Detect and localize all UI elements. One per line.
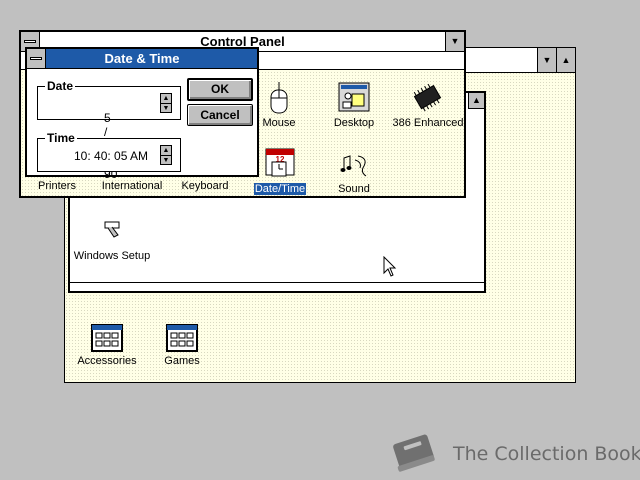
386-enhanced-icon-item[interactable]: 386 Enhanced — [389, 82, 467, 129]
time-field[interactable]: 10: 40: 05 AM — [74, 149, 148, 163]
games-group-icon-item[interactable]: Games — [151, 324, 213, 367]
program-group-icon — [166, 324, 198, 352]
windows-setup-icon-item[interactable]: Windows Setup — [72, 221, 152, 262]
clock-calendar-icon: 12 — [265, 148, 295, 177]
games-label: Games — [164, 355, 200, 367]
date-time-dialog: Date & Time Date 5 / 2 / 90 ▲ ▼ Time 10:… — [25, 47, 259, 181]
desktop-icon-item[interactable]: Desktop — [325, 82, 383, 129]
keyboard-label: Keyboard — [181, 180, 229, 192]
time-spinner[interactable]: ▲ ▼ — [160, 145, 172, 165]
control-panel-minimize-button[interactable]: ▼ — [445, 32, 464, 51]
cancel-button[interactable]: Cancel — [187, 104, 253, 126]
sound-label: Sound — [338, 183, 370, 195]
time-label: Time — [45, 131, 77, 145]
accessories-group-icon-item[interactable]: Accessories — [69, 324, 145, 367]
mouse-icon — [270, 82, 288, 114]
time-groupbox: Time 10: 40: 05 AM ▲ ▼ — [37, 131, 181, 172]
program-group-icon — [91, 324, 123, 352]
windows-setup-icon — [104, 221, 120, 238]
maximize-button[interactable]: ▲ — [556, 48, 575, 72]
minimize-button[interactable]: ▼ — [537, 48, 556, 72]
ok-button[interactable]: OK — [187, 78, 253, 101]
desktop-icon — [338, 82, 370, 112]
mouse-label: Mouse — [262, 117, 296, 129]
spin-up-arrow-icon[interactable]: ▲ — [161, 146, 171, 155]
date-spinner[interactable]: ▲ ▼ — [160, 93, 172, 113]
spin-down-arrow-icon[interactable]: ▼ — [161, 155, 171, 165]
printers-label: Printers — [38, 180, 76, 192]
386-enhanced-label: 386 Enhanced — [392, 117, 464, 129]
watermark-text: The Collection Book — [453, 443, 640, 465]
desktop-label: Desktop — [333, 117, 375, 129]
dialog-titlebar[interactable]: Date & Time — [27, 49, 257, 69]
printers-icon-item[interactable]: Printers — [27, 180, 87, 192]
date-month: 5 — [104, 111, 111, 125]
date-groupbox: Date 5 / 2 / 90 ▲ ▼ — [37, 79, 181, 181]
windows-setup-label: Windows Setup — [73, 250, 151, 262]
sound-icon — [340, 155, 367, 177]
sound-icon-item[interactable]: Sound — [329, 148, 379, 195]
date-label: Date — [45, 79, 76, 93]
spin-down-arrow-icon[interactable]: ▼ — [161, 103, 171, 113]
date-separator: / — [104, 125, 108, 139]
mouse-pointer-icon — [383, 256, 397, 277]
spin-up-arrow-icon[interactable]: ▲ — [161, 94, 171, 103]
mouse-icon-item[interactable]: Mouse — [253, 82, 305, 129]
dialog-system-menu-button[interactable] — [27, 49, 46, 68]
dialog-title: Date & Time — [104, 51, 180, 66]
book-logo-icon — [393, 434, 435, 472]
accessories-label: Accessories — [77, 355, 137, 367]
keyboard-icon-item[interactable]: Keyboard — [175, 180, 235, 192]
date-time-label: Date/Time — [253, 183, 307, 195]
chip-icon — [413, 83, 442, 112]
